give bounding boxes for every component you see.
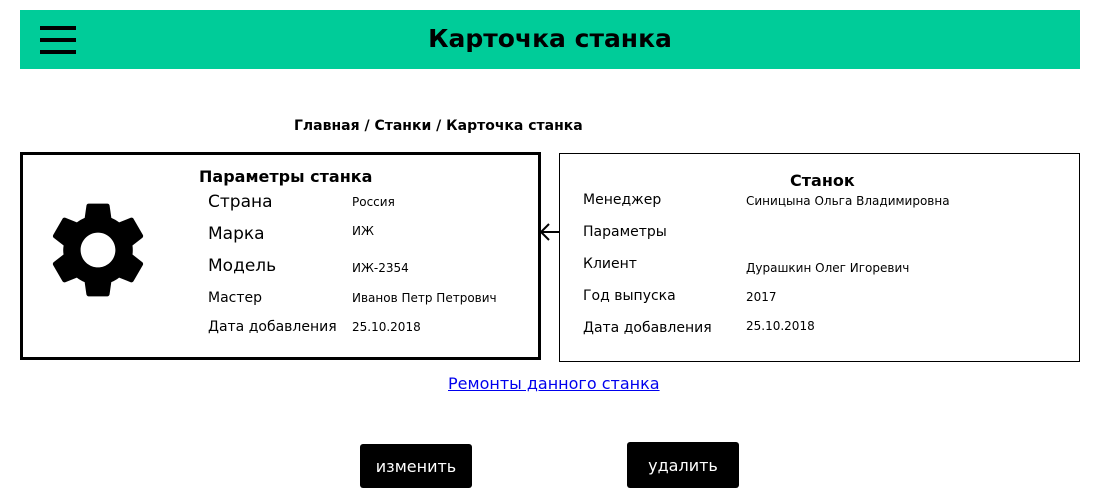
field-label-manager: Менеджер [583,192,662,208]
field-label-brand: Марка [208,224,265,244]
field-value-country: Россия [352,195,395,209]
field-value-client: Дурашкин Олег Игоревич [746,261,910,275]
edit-button[interactable]: изменить [360,444,472,488]
machine-card-title: Станок [790,171,855,190]
field-label-parameters[interactable]: Параметры [583,224,667,240]
field-value-date-added: 25.10.2018 [352,320,421,334]
header-bar: Карточка станка [20,10,1080,69]
breadcrumb-separator: / [359,118,375,134]
field-value-manager: Синицына Ольга Владимировна [746,194,950,208]
breadcrumb-machines[interactable]: Станки [374,118,431,134]
delete-button[interactable]: удалить [627,442,739,488]
breadcrumb: Главная / Станки / Карточка станка [294,118,583,134]
field-value-brand: ИЖ [352,224,374,238]
page-title: Карточка станка [428,24,672,53]
field-label-country: Страна [208,192,273,212]
field-value-master: Иванов Петр Петрович [352,291,497,305]
field-value-model: ИЖ-2354 [352,261,409,275]
field-label-master: Мастер [208,290,263,306]
breadcrumb-current: Карточка станка [446,118,583,134]
field-value-year: 2017 [746,290,777,304]
field-label-model: Модель [208,256,277,276]
params-card: Параметры станка Страна Россия Марка ИЖ … [20,152,541,360]
field-label-date-added: Дата добавления [583,320,712,336]
field-label-year: Год выпуска [583,288,676,304]
repairs-link[interactable]: Ремонты данного станка [448,374,660,393]
gear-icon [52,203,144,297]
field-label-client: Клиент [583,256,637,272]
params-card-title: Параметры станка [199,167,373,186]
field-label-date-added: Дата добавления [208,319,337,335]
breadcrumb-separator: / [431,118,447,134]
machine-card: Станок Менеджер Синицына Ольга Владимиро… [559,153,1080,362]
field-value-date-added: 25.10.2018 [746,319,815,333]
breadcrumb-home[interactable]: Главная [294,118,360,134]
